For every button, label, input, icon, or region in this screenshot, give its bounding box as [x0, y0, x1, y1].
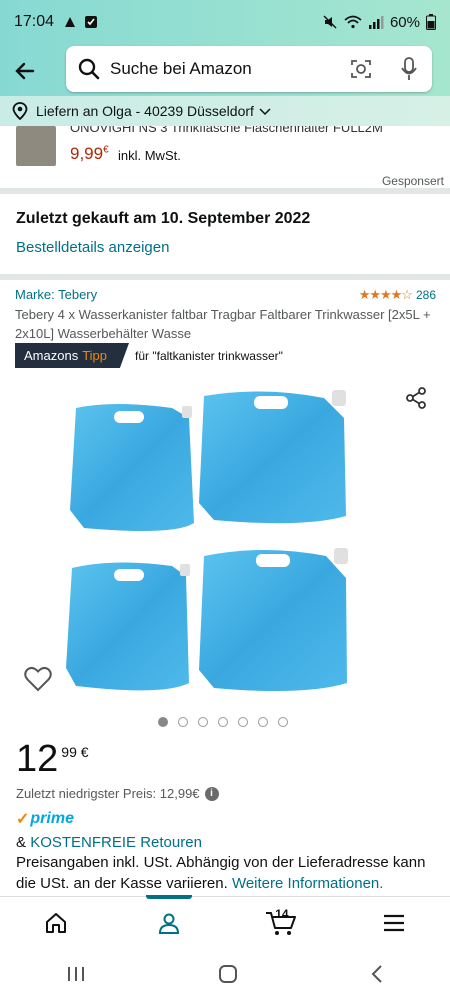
rating-summary[interactable]: ★★★★☆ 286	[359, 287, 436, 303]
person-icon	[158, 913, 179, 934]
product-price: 12 99 €	[16, 738, 89, 780]
delivery-text: Liefern an Olga - 40239 Düsseldorf	[36, 103, 254, 119]
battery-icon	[426, 14, 436, 30]
bottom-navigation: 14	[0, 895, 450, 948]
sponsored-product-image	[16, 126, 56, 166]
price-info: Preisangaben inkl. USt. Abhängig von der…	[16, 852, 436, 894]
chevron-down-icon	[259, 108, 271, 116]
delivery-location[interactable]: Liefern an Olga - 40239 Düsseldorf	[0, 96, 450, 126]
order-details-link[interactable]: Bestelldetails anzeigen	[16, 239, 169, 256]
heart-icon	[24, 666, 52, 692]
hamburger-menu-icon	[383, 914, 404, 931]
microphone-icon[interactable]	[400, 57, 418, 81]
home-icon	[46, 912, 67, 933]
lowest-price-text: Zuletzt niedrigster Preis: 12,99€	[16, 786, 200, 801]
rating-count: 286	[415, 288, 436, 302]
sponsored-product-price: 9,99€	[70, 144, 109, 163]
battery-percent: 60%	[389, 13, 420, 31]
search-icon	[78, 58, 100, 80]
camera-search-icon[interactable]	[350, 58, 372, 80]
product-image-gallery[interactable]	[0, 378, 450, 708]
wifi-icon	[344, 15, 362, 29]
prime-check-icon: ✓	[16, 811, 30, 828]
gallery-pagination[interactable]	[158, 717, 288, 727]
gallery-dot[interactable]	[238, 717, 248, 727]
home-button-icon[interactable]	[218, 964, 238, 984]
search-placeholder: Suche bei Amazon	[110, 59, 252, 78]
share-icon	[406, 387, 426, 409]
sponsored-product-title: ONOVIGHI NS 3 Trinkflasche Flaschenhalte…	[70, 126, 383, 135]
signal-icon	[368, 16, 384, 29]
nav-menu[interactable]	[338, 897, 450, 948]
recent-apps-icon[interactable]	[66, 965, 86, 983]
more-info-link[interactable]: Weitere Informationen.	[232, 875, 383, 892]
system-navigation-bar	[0, 948, 450, 1000]
wishlist-button[interactable]	[24, 666, 52, 697]
location-pin-icon	[12, 102, 28, 120]
share-button[interactable]	[404, 386, 428, 415]
section-divider	[0, 274, 450, 280]
search-input[interactable]: Suche bei Amazon	[66, 46, 432, 92]
price-fraction: 99 €	[61, 744, 89, 760]
gallery-dot[interactable]	[258, 717, 268, 727]
prime-badge: ✓ prime	[16, 809, 74, 829]
sponsored-label: Gesponsert	[381, 174, 444, 188]
free-returns-link[interactable]: KOSTENFREIE Retouren	[30, 834, 202, 851]
last-bought-heading: Zuletzt gekauft am 10. September 2022	[16, 210, 311, 227]
notification-icon	[65, 17, 76, 27]
nav-cart[interactable]: 14	[225, 897, 338, 948]
product-title: Tebery 4 x Wasserkanister faltbar Tragba…	[15, 307, 431, 341]
nav-home[interactable]	[0, 897, 113, 948]
product-image[interactable]	[54, 378, 394, 698]
free-returns: & KOSTENFREIE Retouren	[16, 834, 202, 851]
section-divider	[0, 188, 450, 194]
gallery-dot[interactable]	[278, 717, 288, 727]
tipp-query: für "faltkanister trinkwasser"	[135, 348, 283, 363]
gallery-dot[interactable]	[218, 717, 228, 727]
back-button[interactable]	[10, 56, 40, 86]
clock: 17:04	[14, 13, 55, 30]
prime-label: prime	[30, 810, 74, 827]
lowest-price-note: Zuletzt niedrigster Preis: 12,99€ i	[16, 786, 219, 801]
amazons-tipp-badge: Amazons Tipp für "faltkanister trinkwasse…	[15, 343, 283, 368]
tipp-label: Amazons	[24, 348, 79, 363]
star-rating-icon: ★★★★☆	[358, 287, 413, 302]
brand-link[interactable]: Marke: Tebery	[15, 287, 97, 302]
mute-icon	[323, 15, 337, 29]
returns-prefix: &	[16, 834, 31, 851]
info-icon[interactable]: i	[204, 786, 219, 801]
gallery-dot[interactable]	[158, 717, 168, 727]
status-bar: 17:04 60%	[0, 0, 450, 44]
sponsored-product-tax-note: inkl. MwSt.	[118, 148, 181, 163]
back-nav-icon[interactable]	[370, 964, 384, 984]
cart-count: 14	[275, 907, 289, 921]
price-whole: 12	[16, 738, 59, 780]
gallery-dot[interactable]	[198, 717, 208, 727]
checkbox-notification-icon	[85, 16, 98, 28]
nav-account[interactable]	[113, 895, 226, 948]
gallery-dot[interactable]	[178, 717, 188, 727]
tipp-label-accent: Tipp	[82, 348, 108, 363]
arrow-left-icon	[15, 62, 35, 80]
search-header: Suche bei Amazon	[0, 44, 450, 100]
